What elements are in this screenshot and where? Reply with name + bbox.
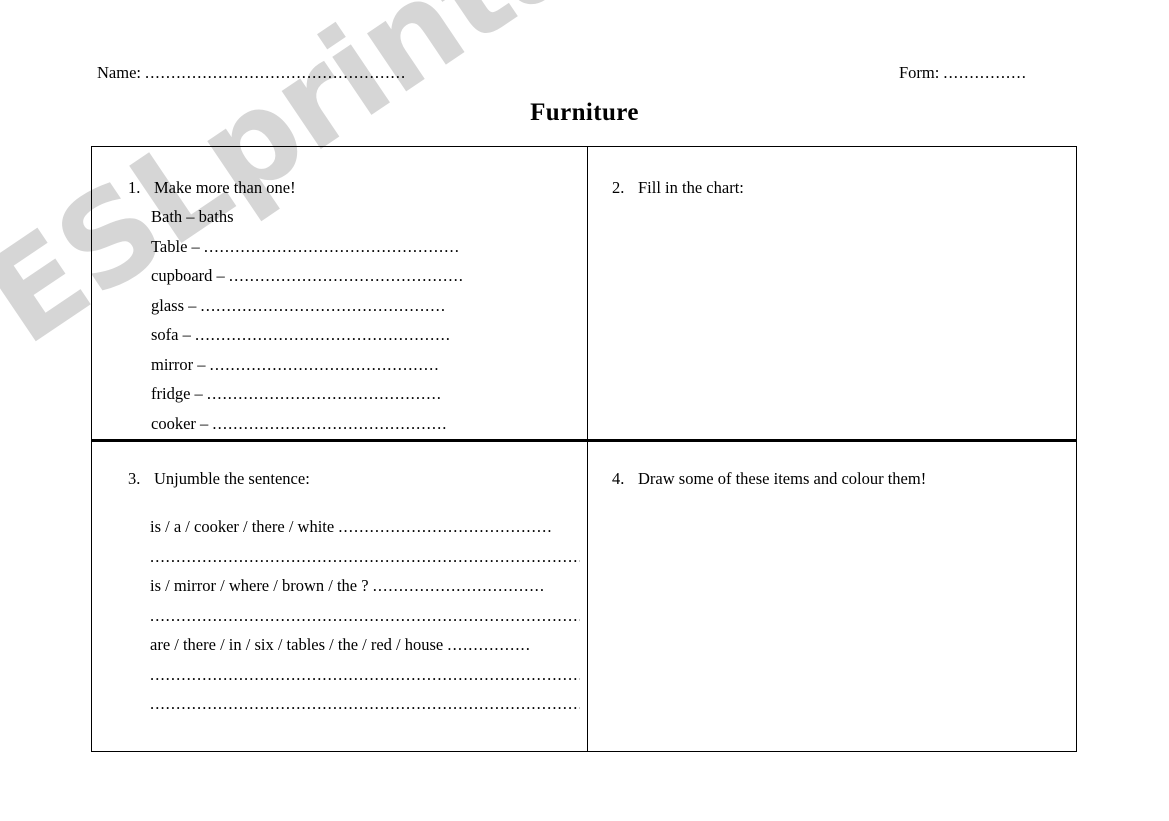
exercise-1-word-list: Bath – baths Table – ...................…	[151, 207, 571, 440]
word-row: cupboard – .............................…	[151, 266, 571, 296]
exercise-4-number: 4.	[612, 469, 625, 488]
word-row: fridge – ...............................…	[151, 384, 571, 414]
sentence-blank-row[interactable]: ........................................…	[150, 694, 580, 724]
sentence-text: is / mirror / where / brown / the ?	[150, 576, 369, 595]
word-dash: –	[197, 354, 206, 374]
form-label: Form:	[899, 63, 940, 82]
exercise-4-title: Draw some of these items and colour them…	[638, 469, 927, 488]
word-dash: –	[194, 384, 203, 403]
worksheet-table: 1. Make more than one! Bath – baths Table…	[91, 146, 1077, 752]
exercise-1-number: 1.	[128, 178, 141, 197]
exercise-2-number: 2.	[612, 178, 625, 197]
sentence-row: are / there / in / six / tables / the / …	[150, 635, 580, 665]
word-answer: baths	[198, 207, 234, 226]
sentence-text: are / there / in / six / tables / the / …	[150, 635, 444, 654]
sentence-blank-line[interactable]: ........................................…	[338, 517, 552, 536]
exercise-2-title: Fill in the chart:	[638, 178, 744, 197]
sentence-blank-row[interactable]: ........................................…	[150, 547, 580, 577]
page-title: Furniture	[530, 99, 639, 126]
sentence-blank-row[interactable]: ........................................…	[150, 606, 580, 636]
word-term: sofa	[151, 325, 179, 344]
exercise-3-heading: 3. Unjumble the sentence:	[128, 469, 310, 489]
exercise-3-cell: 3. Unjumble the sentence: is / a / cooker…	[92, 442, 588, 751]
word-row: Table – ................................…	[151, 237, 571, 267]
word-dash: –	[188, 295, 197, 315]
sentence-blank-line[interactable]: .................................	[373, 576, 545, 595]
word-blank-line[interactable]: ........................................…	[201, 296, 447, 315]
word-blank-line[interactable]: ........................................…	[195, 325, 451, 344]
sentence-blank-row[interactable]: ........................................…	[150, 665, 580, 695]
word-blank-line[interactable]: ........................................…	[229, 266, 464, 285]
word-dash: –	[191, 236, 200, 256]
word-blank-line[interactable]: ........................................…	[207, 384, 442, 403]
word-term: cupboard	[151, 266, 213, 285]
word-term: Bath	[151, 207, 183, 226]
word-term: fridge	[151, 384, 191, 403]
exercise-3-number: 3.	[128, 469, 141, 488]
form-blank-line[interactable]: ................	[943, 63, 1027, 82]
exercise-2-cell: 2. Fill in the chart:	[588, 147, 1076, 442]
exercise-2-heading: 2. Fill in the chart:	[612, 178, 744, 198]
exercise-1-heading: 1. Make more than one!	[128, 178, 296, 198]
sentence-text: is / a / cooker / there / white	[150, 517, 335, 536]
word-dash: –	[216, 266, 225, 285]
name-label: Name:	[97, 63, 141, 82]
word-dash: –	[186, 207, 195, 226]
word-blank-line[interactable]: ........................................…	[210, 355, 440, 374]
word-row: mirror – ...............................…	[151, 355, 571, 385]
exercise-1-cell: 1. Make more than one! Bath – baths Table…	[92, 147, 588, 442]
word-blank-line[interactable]: ........................................…	[204, 237, 460, 256]
worksheet-header: Name:...................................…	[0, 63, 1169, 93]
word-row: cooker – ...............................…	[151, 413, 571, 440]
exercise-3-title: Unjumble the sentence:	[154, 469, 310, 488]
word-term: glass	[151, 295, 184, 315]
word-row-example: Bath – baths	[151, 207, 571, 237]
word-term: Table	[151, 236, 188, 256]
name-field: Name:...................................…	[97, 63, 406, 83]
name-blank-line[interactable]: ........................................…	[145, 63, 406, 82]
exercise-3-sentence-list: is / a / cooker / there / white ........…	[150, 517, 580, 724]
sentence-row: is / a / cooker / there / white ........…	[150, 517, 580, 547]
word-blank-line[interactable]: ........................................…	[212, 414, 447, 433]
word-row: sofa – .................................…	[151, 325, 571, 355]
word-dash: –	[200, 413, 209, 433]
word-dash: –	[182, 325, 191, 344]
word-term: mirror	[151, 354, 194, 374]
exercise-1-title: Make more than one!	[154, 178, 296, 197]
word-term: cooker	[151, 413, 196, 433]
sentence-row: is / mirror / where / brown / the ? ....…	[150, 576, 580, 606]
sentence-blank-line[interactable]: ................	[447, 635, 531, 654]
exercise-4-cell: 4. Draw some of these items and colour th…	[588, 442, 1076, 751]
word-row: glass – ................................…	[151, 296, 571, 326]
form-field: Form:................	[899, 63, 1027, 83]
exercise-4-heading: 4. Draw some of these items and colour th…	[612, 469, 926, 489]
